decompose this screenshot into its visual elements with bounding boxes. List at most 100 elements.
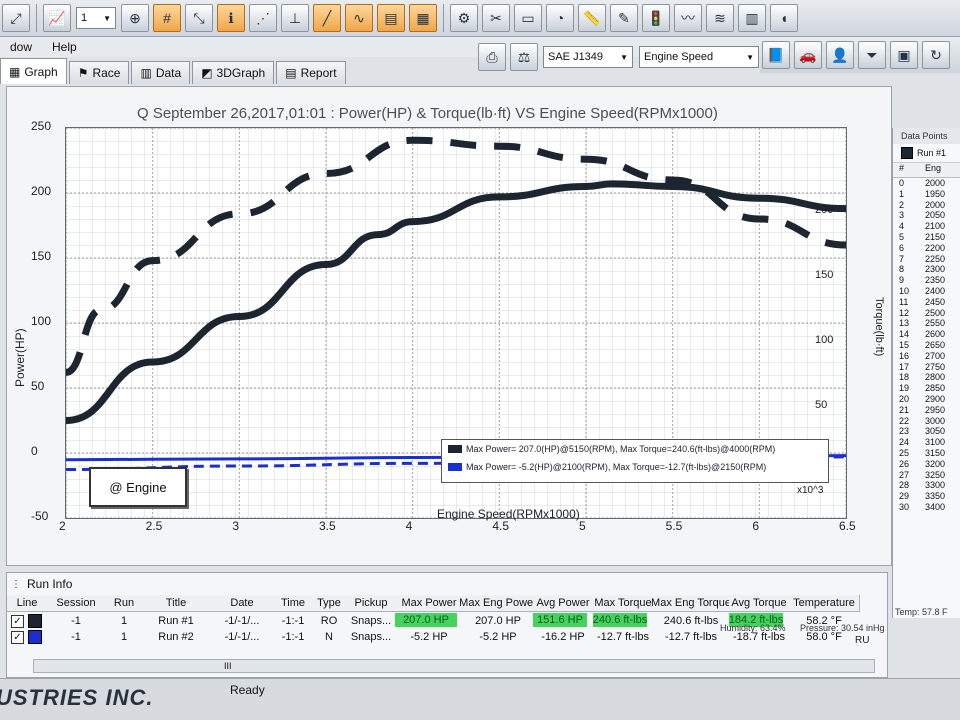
- info-icon[interactable]: ℹ: [217, 4, 245, 32]
- data-point-row[interactable]: 21 2950: [893, 405, 960, 416]
- cursor-icon[interactable]: ⤡: [185, 4, 213, 32]
- data-point-row[interactable]: 10 2400: [893, 286, 960, 297]
- reference-label-box[interactable]: @ Engine: [89, 467, 187, 507]
- menu-window[interactable]: dow: [0, 40, 42, 54]
- column-header[interactable]: Title: [143, 595, 210, 612]
- column-header[interactable]: Type: [311, 595, 348, 612]
- column-header[interactable]: Temperature: [789, 595, 860, 612]
- line-style-icon[interactable]: ╱: [313, 4, 341, 32]
- data-point-row[interactable]: 14 2600: [893, 329, 960, 340]
- data-points-header: # Eng: [893, 163, 960, 178]
- book-icon[interactable]: 📘: [762, 41, 790, 69]
- menu-help[interactable]: Help: [42, 40, 87, 54]
- data-points-run-selector[interactable]: Run #1: [893, 144, 960, 163]
- data-point-row[interactable]: 2 2000: [893, 200, 960, 211]
- data-point-row[interactable]: 16 2700: [893, 351, 960, 362]
- filter-lines-icon[interactable]: ≋: [706, 4, 734, 32]
- tab-graph[interactable]: ▦ Graph: [0, 58, 67, 84]
- refresh-icon[interactable]: ↻: [922, 41, 950, 69]
- data-point-row[interactable]: 30 3400: [893, 502, 960, 513]
- data-point-row[interactable]: 11 2450: [893, 297, 960, 308]
- data-point-row[interactable]: 5 2150: [893, 232, 960, 243]
- fit-view-icon[interactable]: ⤢: [2, 4, 30, 32]
- run-cell-max-power: -5.2 HP: [410, 631, 448, 643]
- data-point-row[interactable]: 15 2650: [893, 340, 960, 351]
- mouse-icon[interactable]: ◖: [770, 4, 798, 32]
- horizontal-scrollbar[interactable]: III: [33, 659, 875, 673]
- screen-icon[interactable]: ▣: [890, 41, 918, 69]
- column-header[interactable]: Max Eng Power: [459, 595, 537, 612]
- data-point-row[interactable]: 6 2200: [893, 243, 960, 254]
- data-point-row[interactable]: 17 2750: [893, 362, 960, 373]
- line-color-swatch[interactable]: [28, 614, 42, 628]
- column-header[interactable]: Pickup: [347, 595, 396, 612]
- data-point-row[interactable]: 28 3300: [893, 480, 960, 491]
- gauge-icon[interactable]: ◔: [546, 4, 574, 32]
- grid-toggle-icon[interactable]: #: [153, 4, 181, 32]
- x-tick-label: 6.5: [839, 519, 856, 533]
- column-header[interactable]: Max Eng Torque: [651, 595, 731, 612]
- column-header[interactable]: Max Power: [395, 595, 464, 612]
- data-point-row[interactable]: 7 2250: [893, 254, 960, 265]
- settings-icon[interactable]: ⚙: [450, 4, 478, 32]
- monitor-icon[interactable]: ▭: [514, 4, 542, 32]
- data-point-row[interactable]: 27 3250: [893, 470, 960, 481]
- y-tick-label-right: 50: [815, 399, 828, 411]
- scatter-icon[interactable]: ⋰: [249, 4, 277, 32]
- data-point-row[interactable]: 26 3200: [893, 459, 960, 470]
- user-icon[interactable]: 👤: [826, 41, 854, 69]
- column-header[interactable]: Run: [105, 595, 144, 612]
- column-header[interactable]: Date: [209, 595, 276, 612]
- tab-data[interactable]: ▥ Data: [131, 61, 191, 84]
- report-icon: ▤: [285, 66, 297, 80]
- ruler-icon[interactable]: 📏: [578, 4, 606, 32]
- data-point-engine-speed: 3000: [925, 415, 946, 426]
- data-point-row[interactable]: 4 2100: [893, 221, 960, 232]
- data-point-row[interactable]: 3 2050: [893, 210, 960, 221]
- data-point-row[interactable]: 22 3000: [893, 416, 960, 427]
- column-header[interactable]: Avg Torque: [729, 595, 790, 612]
- tools-icon[interactable]: ✂: [482, 4, 510, 32]
- axis-icon[interactable]: ⊥: [281, 4, 309, 32]
- data-point-row[interactable]: 23 3050: [893, 426, 960, 437]
- data-point-row[interactable]: 20 2900: [893, 394, 960, 405]
- data-point-row[interactable]: 1 1950: [893, 189, 960, 200]
- column-header[interactable]: Line: [7, 595, 48, 612]
- column-header[interactable]: Session: [47, 595, 106, 612]
- scrollbar-thumb-grip[interactable]: III: [224, 661, 232, 671]
- data-point-row[interactable]: 19 2850: [893, 383, 960, 394]
- traffic-light-icon[interactable]: 🚦: [642, 4, 670, 32]
- data-point-row[interactable]: 24 3100: [893, 437, 960, 448]
- grid-view-icon[interactable]: ▦: [409, 4, 437, 32]
- column-header[interactable]: Time: [275, 595, 312, 612]
- line-color-swatch[interactable]: [28, 630, 42, 644]
- signal-icon[interactable]: 〰: [674, 4, 702, 32]
- visibility-checkbox[interactable]: ✓: [11, 614, 24, 628]
- data-point-row[interactable]: 29 3350: [893, 491, 960, 502]
- table-view-icon[interactable]: ▤: [377, 4, 405, 32]
- data-point-row[interactable]: 9 2350: [893, 275, 960, 286]
- data-point-row[interactable]: 12 2500: [893, 308, 960, 319]
- smoothing-icon[interactable]: ∿: [345, 4, 373, 32]
- tab-report[interactable]: ▤ Report: [276, 61, 346, 84]
- pen-icon[interactable]: ✎: [610, 4, 638, 32]
- data-point-row[interactable]: 0 2000: [893, 178, 960, 189]
- tab-race[interactable]: ⚑ Race: [68, 61, 130, 84]
- zoom-select[interactable]: 1 ▼: [76, 7, 116, 29]
- tab-3dgraph[interactable]: ◩ 3DGraph: [192, 61, 275, 84]
- chart-zoom-icon[interactable]: 📈: [43, 4, 71, 32]
- column-header[interactable]: Avg Power: [533, 595, 594, 612]
- calculator-icon[interactable]: ▥: [738, 4, 766, 32]
- run-cell-title: Run #2: [158, 631, 194, 643]
- visibility-checkbox[interactable]: ✓: [11, 630, 24, 644]
- column-header[interactable]: Max Torque: [593, 595, 654, 612]
- data-point-row[interactable]: 8 2300: [893, 264, 960, 275]
- data-point-index: 4: [899, 221, 905, 232]
- funnel-icon[interactable]: ⏷: [858, 41, 886, 69]
- crosshair-icon[interactable]: ⊕: [121, 4, 149, 32]
- data-point-row[interactable]: 25 3150: [893, 448, 960, 459]
- xaxis-select[interactable]: Engine Speed ▼: [639, 46, 759, 68]
- data-point-row[interactable]: 18 2800: [893, 372, 960, 383]
- data-point-row[interactable]: 13 2550: [893, 318, 960, 329]
- car-icon[interactable]: 🚗: [794, 41, 822, 69]
